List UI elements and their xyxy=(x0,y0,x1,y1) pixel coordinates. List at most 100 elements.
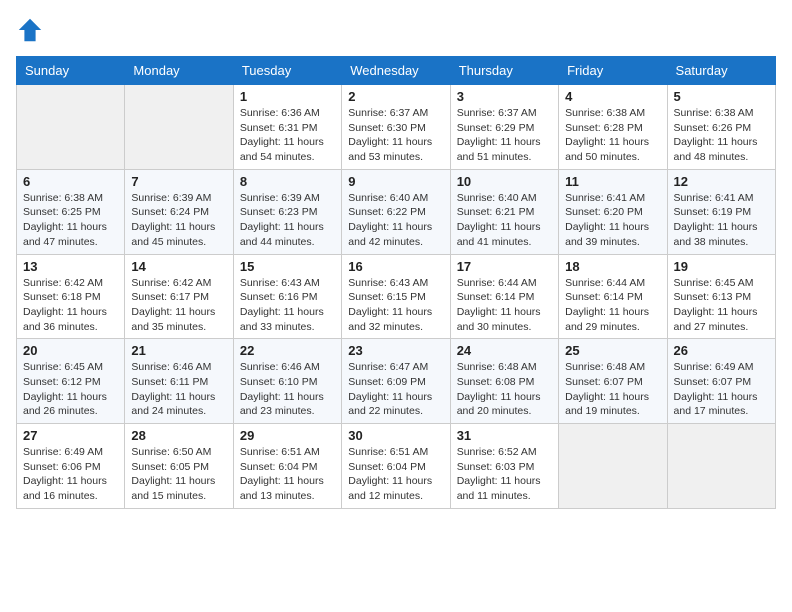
day-info: Sunrise: 6:37 AMSunset: 6:30 PMDaylight:… xyxy=(348,106,443,165)
day-number: 3 xyxy=(457,89,552,104)
calendar-cell: 6 Sunrise: 6:38 AMSunset: 6:25 PMDaylight… xyxy=(17,169,125,254)
weekday-header-friday: Friday xyxy=(559,57,667,85)
day-info: Sunrise: 6:39 AMSunset: 6:24 PMDaylight:… xyxy=(131,191,226,250)
calendar-cell: 31 Sunrise: 6:52 AMSunset: 6:03 PMDayligh… xyxy=(450,424,558,509)
day-info: Sunrise: 6:38 AMSunset: 6:25 PMDaylight:… xyxy=(23,191,118,250)
day-number: 28 xyxy=(131,428,226,443)
calendar-cell: 11 Sunrise: 6:41 AMSunset: 6:20 PMDayligh… xyxy=(559,169,667,254)
calendar-cell: 9 Sunrise: 6:40 AMSunset: 6:22 PMDaylight… xyxy=(342,169,450,254)
day-info: Sunrise: 6:41 AMSunset: 6:20 PMDaylight:… xyxy=(565,191,660,250)
calendar-cell: 2 Sunrise: 6:37 AMSunset: 6:30 PMDaylight… xyxy=(342,85,450,170)
day-number: 20 xyxy=(23,343,118,358)
day-number: 23 xyxy=(348,343,443,358)
calendar-table: SundayMondayTuesdayWednesdayThursdayFrid… xyxy=(16,56,776,509)
day-info: Sunrise: 6:41 AMSunset: 6:19 PMDaylight:… xyxy=(674,191,769,250)
weekday-header-wednesday: Wednesday xyxy=(342,57,450,85)
day-info: Sunrise: 6:42 AMSunset: 6:18 PMDaylight:… xyxy=(23,276,118,335)
day-number: 13 xyxy=(23,259,118,274)
day-info: Sunrise: 6:40 AMSunset: 6:21 PMDaylight:… xyxy=(457,191,552,250)
day-info: Sunrise: 6:43 AMSunset: 6:15 PMDaylight:… xyxy=(348,276,443,335)
calendar-cell: 24 Sunrise: 6:48 AMSunset: 6:08 PMDayligh… xyxy=(450,339,558,424)
calendar-cell: 22 Sunrise: 6:46 AMSunset: 6:10 PMDayligh… xyxy=(233,339,341,424)
day-number: 29 xyxy=(240,428,335,443)
day-info: Sunrise: 6:48 AMSunset: 6:08 PMDaylight:… xyxy=(457,360,552,419)
calendar-cell xyxy=(17,85,125,170)
day-number: 2 xyxy=(348,89,443,104)
calendar-cell xyxy=(125,85,233,170)
day-number: 31 xyxy=(457,428,552,443)
calendar-cell: 16 Sunrise: 6:43 AMSunset: 6:15 PMDayligh… xyxy=(342,254,450,339)
day-number: 11 xyxy=(565,174,660,189)
weekday-header-saturday: Saturday xyxy=(667,57,775,85)
day-info: Sunrise: 6:48 AMSunset: 6:07 PMDaylight:… xyxy=(565,360,660,419)
calendar-week-4: 20 Sunrise: 6:45 AMSunset: 6:12 PMDayligh… xyxy=(17,339,776,424)
day-number: 1 xyxy=(240,89,335,104)
day-info: Sunrise: 6:49 AMSunset: 6:07 PMDaylight:… xyxy=(674,360,769,419)
calendar-cell: 29 Sunrise: 6:51 AMSunset: 6:04 PMDayligh… xyxy=(233,424,341,509)
calendar-cell: 14 Sunrise: 6:42 AMSunset: 6:17 PMDayligh… xyxy=(125,254,233,339)
day-number: 4 xyxy=(565,89,660,104)
day-info: Sunrise: 6:51 AMSunset: 6:04 PMDaylight:… xyxy=(348,445,443,504)
calendar-cell: 8 Sunrise: 6:39 AMSunset: 6:23 PMDaylight… xyxy=(233,169,341,254)
day-number: 8 xyxy=(240,174,335,189)
calendar-cell: 21 Sunrise: 6:46 AMSunset: 6:11 PMDayligh… xyxy=(125,339,233,424)
day-number: 12 xyxy=(674,174,769,189)
day-info: Sunrise: 6:52 AMSunset: 6:03 PMDaylight:… xyxy=(457,445,552,504)
day-number: 19 xyxy=(674,259,769,274)
day-number: 22 xyxy=(240,343,335,358)
calendar-cell: 30Sunrise: 6:51 AMSunset: 6:04 PMDayligh… xyxy=(342,424,450,509)
day-number: 17 xyxy=(457,259,552,274)
day-info: Sunrise: 6:36 AMSunset: 6:31 PMDaylight:… xyxy=(240,106,335,165)
calendar-cell: 13 Sunrise: 6:42 AMSunset: 6:18 PMDayligh… xyxy=(17,254,125,339)
day-number: 21 xyxy=(131,343,226,358)
calendar-cell: 12 Sunrise: 6:41 AMSunset: 6:19 PMDayligh… xyxy=(667,169,775,254)
calendar-cell xyxy=(667,424,775,509)
calendar-cell: 5 Sunrise: 6:38 AMSunset: 6:26 PMDaylight… xyxy=(667,85,775,170)
day-number: 18 xyxy=(565,259,660,274)
calendar-week-3: 13 Sunrise: 6:42 AMSunset: 6:18 PMDayligh… xyxy=(17,254,776,339)
day-info: Sunrise: 6:49 AMSunset: 6:06 PMDaylight:… xyxy=(23,445,118,504)
day-info: Sunrise: 6:44 AMSunset: 6:14 PMDaylight:… xyxy=(457,276,552,335)
day-info: Sunrise: 6:42 AMSunset: 6:17 PMDaylight:… xyxy=(131,276,226,335)
day-number: 24 xyxy=(457,343,552,358)
calendar-cell: 3 Sunrise: 6:37 AMSunset: 6:29 PMDaylight… xyxy=(450,85,558,170)
calendar-cell: 10 Sunrise: 6:40 AMSunset: 6:21 PMDayligh… xyxy=(450,169,558,254)
calendar-cell: 4Sunrise: 6:38 AMSunset: 6:28 PMDaylight… xyxy=(559,85,667,170)
day-info: Sunrise: 6:45 AMSunset: 6:13 PMDaylight:… xyxy=(674,276,769,335)
calendar-cell: 26Sunrise: 6:49 AMSunset: 6:07 PMDayligh… xyxy=(667,339,775,424)
day-number: 14 xyxy=(131,259,226,274)
calendar-cell: 18Sunrise: 6:44 AMSunset: 6:14 PMDayligh… xyxy=(559,254,667,339)
day-info: Sunrise: 6:43 AMSunset: 6:16 PMDaylight:… xyxy=(240,276,335,335)
day-number: 10 xyxy=(457,174,552,189)
day-info: Sunrise: 6:37 AMSunset: 6:29 PMDaylight:… xyxy=(457,106,552,165)
weekday-header-monday: Monday xyxy=(125,57,233,85)
day-info: Sunrise: 6:46 AMSunset: 6:11 PMDaylight:… xyxy=(131,360,226,419)
calendar-week-2: 6 Sunrise: 6:38 AMSunset: 6:25 PMDaylight… xyxy=(17,169,776,254)
day-info: Sunrise: 6:46 AMSunset: 6:10 PMDaylight:… xyxy=(240,360,335,419)
calendar-cell: 15Sunrise: 6:43 AMSunset: 6:16 PMDayligh… xyxy=(233,254,341,339)
day-number: 9 xyxy=(348,174,443,189)
calendar-cell: 28 Sunrise: 6:50 AMSunset: 6:05 PMDayligh… xyxy=(125,424,233,509)
day-info: Sunrise: 6:47 AMSunset: 6:09 PMDaylight:… xyxy=(348,360,443,419)
weekday-header-tuesday: Tuesday xyxy=(233,57,341,85)
calendar-week-5: 27Sunrise: 6:49 AMSunset: 6:06 PMDayligh… xyxy=(17,424,776,509)
calendar-cell: 20 Sunrise: 6:45 AMSunset: 6:12 PMDayligh… xyxy=(17,339,125,424)
day-info: Sunrise: 6:50 AMSunset: 6:05 PMDaylight:… xyxy=(131,445,226,504)
day-number: 25 xyxy=(565,343,660,358)
calendar-cell: 23 Sunrise: 6:47 AMSunset: 6:09 PMDayligh… xyxy=(342,339,450,424)
calendar-header-row: SundayMondayTuesdayWednesdayThursdayFrid… xyxy=(17,57,776,85)
day-info: Sunrise: 6:51 AMSunset: 6:04 PMDaylight:… xyxy=(240,445,335,504)
weekday-header-thursday: Thursday xyxy=(450,57,558,85)
day-number: 5 xyxy=(674,89,769,104)
calendar-cell: 27Sunrise: 6:49 AMSunset: 6:06 PMDayligh… xyxy=(17,424,125,509)
day-info: Sunrise: 6:45 AMSunset: 6:12 PMDaylight:… xyxy=(23,360,118,419)
day-number: 16 xyxy=(348,259,443,274)
calendar-cell: 25 Sunrise: 6:48 AMSunset: 6:07 PMDayligh… xyxy=(559,339,667,424)
day-info: Sunrise: 6:39 AMSunset: 6:23 PMDaylight:… xyxy=(240,191,335,250)
day-number: 7 xyxy=(131,174,226,189)
logo xyxy=(16,16,48,44)
day-info: Sunrise: 6:40 AMSunset: 6:22 PMDaylight:… xyxy=(348,191,443,250)
page-header xyxy=(16,16,776,44)
day-info: Sunrise: 6:38 AMSunset: 6:26 PMDaylight:… xyxy=(674,106,769,165)
day-number: 6 xyxy=(23,174,118,189)
